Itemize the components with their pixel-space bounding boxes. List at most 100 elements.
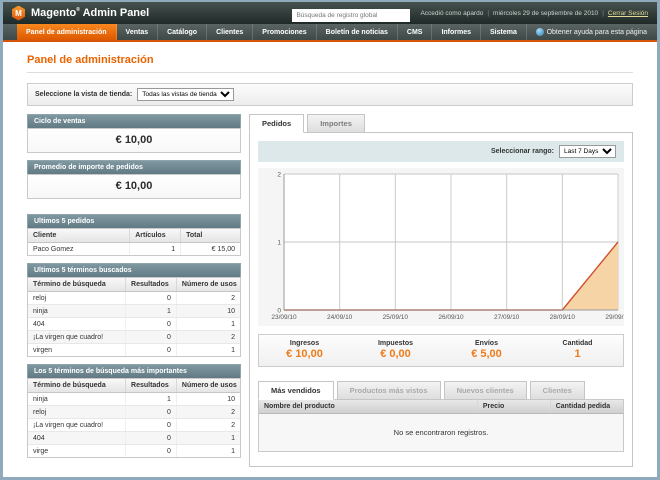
help-globe-icon: [536, 28, 544, 36]
nav-item-informes[interactable]: Informes: [432, 24, 481, 40]
magento-logo-icon: M: [12, 6, 25, 21]
nav-item-ventas[interactable]: Ventas: [117, 24, 159, 40]
svg-text:25/09/10: 25/09/10: [383, 314, 409, 321]
panel-title: Ultimos 5 términos buscados: [27, 263, 241, 277]
svg-text:24/09/10: 24/09/10: [327, 314, 353, 321]
total-value: € 0,00: [350, 348, 441, 360]
help-label: Obtener ayuda para esta página: [547, 29, 647, 36]
tab-clientes[interactable]: Clientes: [530, 381, 585, 400]
total-label: Cantidad: [532, 340, 623, 347]
global-search-input[interactable]: [292, 9, 410, 22]
table-row: ninja110: [28, 393, 240, 406]
store-view-bar: Seleccione la vista de tienda: Todas las…: [27, 83, 633, 106]
top-search-terms-table: Término de búsquedaResultadosNúmero de u…: [28, 379, 240, 457]
tab-mas-vendidos[interactable]: Más vendidos: [258, 381, 334, 400]
table-cell: 0: [126, 432, 177, 445]
table-cell: ¡La virgen que cuadro!: [28, 419, 126, 432]
table-cell: 0: [126, 318, 177, 331]
top-search-terms-panel: Los 5 términos de búsqueda más important…: [27, 364, 241, 458]
nav-item-sistema[interactable]: Sistema: [481, 24, 527, 40]
column-header: Artículos: [130, 229, 181, 243]
table-cell: 404: [28, 318, 126, 331]
table-row: ninja110: [28, 305, 240, 318]
app-header: M Magento® Admin Panel Accedió como apar…: [3, 2, 657, 24]
column-header: Número de usos: [176, 278, 240, 292]
table-cell: 10: [176, 393, 240, 406]
table-cell: 1: [126, 393, 177, 406]
nav-item-clientes[interactable]: Clientes: [207, 24, 253, 40]
table-cell: 2: [176, 292, 240, 305]
table-row: virgen01: [28, 344, 240, 357]
store-view-select[interactable]: Todas las vistas de tienda: [137, 88, 234, 101]
nav-item-catalogo[interactable]: Catálogo: [158, 24, 207, 40]
range-select[interactable]: Last 7 Days: [559, 145, 616, 158]
last-search-terms-table: Término de búsquedaResultadosNúmero de u…: [28, 278, 240, 356]
tab-nuevos-clientes[interactable]: Nuevos clientes: [444, 381, 527, 400]
total-ingresos: Ingresos€ 10,00: [259, 340, 350, 360]
range-label: Seleccionar rango:: [491, 148, 554, 155]
dashboard-card: Seleccionar rango: Last 7 Days 01223/09/…: [249, 132, 633, 467]
total-envios: Envíos€ 5,00: [441, 340, 532, 360]
nav-item-cms[interactable]: CMS: [398, 24, 433, 40]
column-header: Número de usos: [176, 379, 240, 393]
tab-pedidos[interactable]: Pedidos: [249, 114, 304, 133]
empty-message: No se encontraron registros.: [259, 414, 623, 452]
svg-text:23/09/10: 23/09/10: [271, 314, 297, 321]
column-header: Cantidad pedida: [550, 400, 623, 414]
total-impuestos: Impuestos€ 0,00: [350, 340, 441, 360]
lifetime-sales-value: € 10,00: [28, 129, 240, 152]
table-row: ¡La virgen que cuadro!02: [28, 419, 240, 432]
dashboard-tabs: PedidosImportes: [249, 114, 633, 133]
sidebar-stats: Ciclo de ventas € 10,00 Promedio de impo…: [27, 114, 241, 458]
table-cell: 1: [176, 445, 240, 458]
app-title: Magento® Admin Panel: [31, 7, 149, 19]
table-cell: € 15,00: [181, 243, 240, 256]
bestsellers-table: Nombre del productoPrecioCantidad pedida…: [259, 400, 623, 451]
nav-item-boletin-de-noticias[interactable]: Boletín de noticias: [317, 24, 398, 40]
dashboard-main: PedidosImportes Seleccionar rango: Last …: [249, 114, 633, 467]
bottom-tabs: Más vendidosProductos más vistosNuevos c…: [258, 381, 624, 400]
brand-name: Magento: [31, 7, 76, 19]
table-cell: 1: [130, 243, 181, 256]
logout-link[interactable]: Cerrar Sesión: [608, 10, 648, 17]
nav-item-promociones[interactable]: Promociones: [253, 24, 316, 40]
range-bar: Seleccionar rango: Last 7 Days: [258, 141, 624, 162]
column-header: Total: [181, 229, 240, 243]
column-header: Precio: [477, 400, 550, 414]
help-link[interactable]: Obtener ayuda para esta página: [536, 24, 657, 40]
table-cell: ninja: [28, 305, 126, 318]
table-cell: 1: [176, 344, 240, 357]
tab-productos-mas-vistos[interactable]: Productos más vistos: [337, 381, 441, 400]
tab-importes[interactable]: Importes: [307, 114, 365, 133]
table-cell: virgen: [28, 344, 126, 357]
table-cell: 2: [176, 331, 240, 344]
panel-title: Promedio de importe de pedidos: [27, 160, 241, 174]
table-cell: virge: [28, 445, 126, 458]
table-cell: ¡La virgen que cuadro!: [28, 331, 126, 344]
column-header: Nombre del producto: [259, 400, 477, 414]
table-cell: 1: [176, 432, 240, 445]
column-header: Cliente: [28, 229, 130, 243]
table-cell: reloj: [28, 406, 126, 419]
table-cell: 0: [126, 292, 177, 305]
table-cell: 0: [126, 445, 177, 458]
column-header: Término de búsqueda: [28, 379, 126, 393]
svg-text:2: 2: [277, 172, 281, 179]
last-orders-panel: Ultimos 5 pedidos ClienteArtículosTotalP…: [27, 214, 241, 256]
nav-item-panel-de-administracion[interactable]: Panel de administración: [17, 24, 117, 40]
table-row: virge01: [28, 445, 240, 458]
table-cell: 0: [126, 406, 177, 419]
table-cell: 1: [126, 305, 177, 318]
svg-text:26/09/10: 26/09/10: [438, 314, 464, 321]
table-row: ¡La virgen que cuadro!02: [28, 331, 240, 344]
table-row: reloj02: [28, 292, 240, 305]
table-cell: 10: [176, 305, 240, 318]
svg-text:28/09/10: 28/09/10: [550, 314, 576, 321]
total-value: 1: [532, 348, 623, 360]
table-row: 40401: [28, 318, 240, 331]
total-label: Envíos: [441, 340, 532, 347]
empty-row: No se encontraron registros.: [259, 414, 623, 452]
column-header: Término de búsqueda: [28, 278, 126, 292]
column-header: Resultados: [126, 278, 177, 292]
brand-suffix: Admin Panel: [83, 7, 150, 19]
